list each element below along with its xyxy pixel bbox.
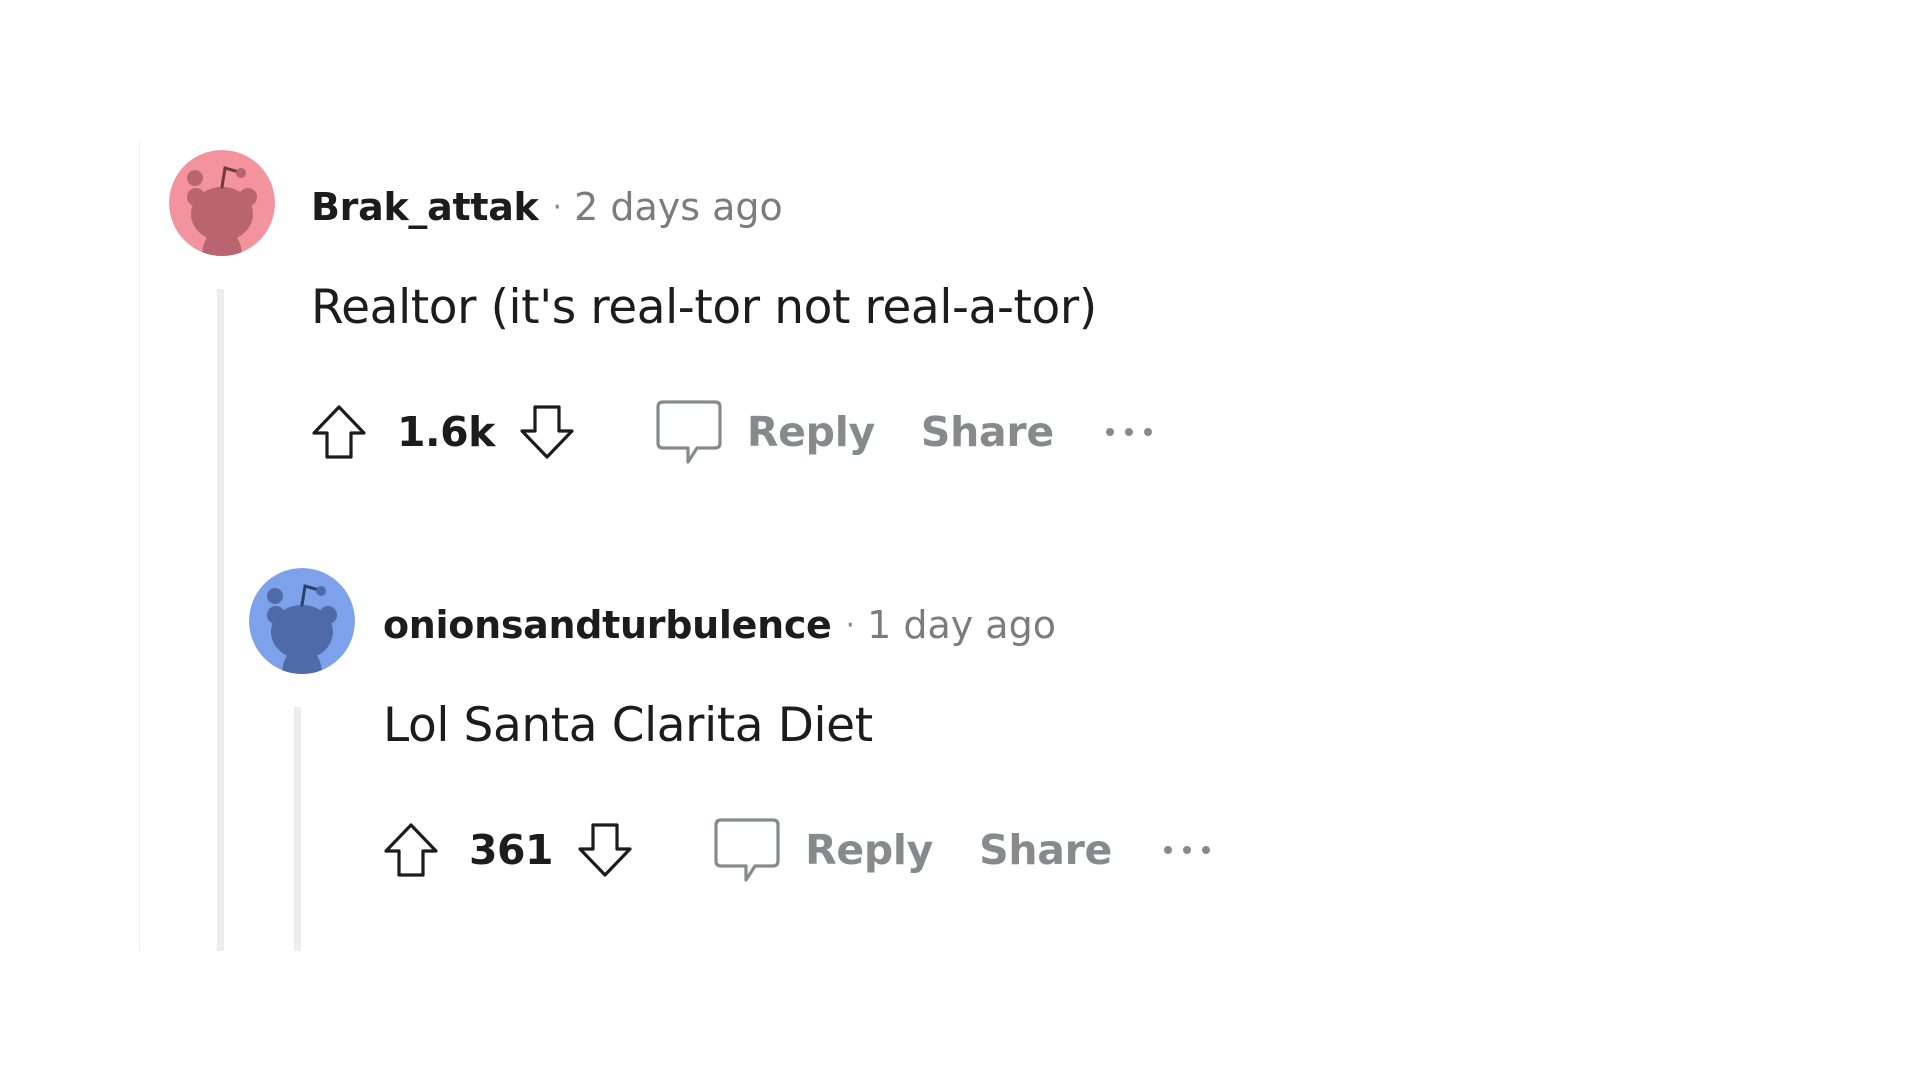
comment-action-bar: 361 Reply Share [379,818,1211,882]
author-link[interactable]: Brak_attak [311,185,539,229]
upvote-arrow-icon [312,405,366,459]
comment-thread-page: Brak_attak · 2 days ago Realtor (it's real… [0,0,1920,1080]
author-link[interactable]: onionsandturbulence [383,603,832,647]
downvote-arrow-icon [520,405,574,459]
more-dot [1164,846,1173,854]
more-dot [1183,846,1192,854]
more-dot [1143,428,1152,436]
comment-body: Lol Santa Clarita Diet [383,698,873,753]
page-divider [139,141,140,951]
comment-action-bar: 1.6k Reply Share [307,400,1152,464]
share-button[interactable]: Share [979,826,1112,874]
reply-label: Reply [805,826,934,874]
comment-body: Realtor (it's real-tor not real-a-tor) [311,280,1097,335]
user-avatar-icon[interactable] [169,150,275,256]
upvote-button[interactable] [379,818,443,882]
upvote-button[interactable] [307,400,371,464]
vote-score: 1.6k [397,408,495,456]
meta-separator: · [845,608,856,643]
timestamp-link[interactable]: 1 day ago [867,603,1056,647]
reply-label: Reply [746,408,875,456]
comment-meta: onionsandturbulence · 1 day ago [383,600,1056,654]
more-dot [1202,846,1211,854]
more-dot [1124,428,1133,436]
more-dot [1105,428,1114,436]
downvote-button[interactable] [515,400,579,464]
share-button[interactable]: Share [921,408,1054,456]
more-options-icon[interactable] [1164,830,1211,870]
reply-button[interactable]: Reply [653,396,875,468]
snoo-avatar-pink-icon [169,150,275,256]
meta-separator: · [552,190,563,225]
more-options-icon[interactable] [1105,412,1152,452]
downvote-arrow-icon [578,823,632,877]
thread-collapse-line[interactable] [294,707,301,951]
thread-collapse-line[interactable] [217,289,224,951]
snoo-avatar-blue-icon [249,568,355,674]
user-avatar-icon[interactable] [249,568,355,674]
timestamp-link[interactable]: 2 days ago [574,185,783,229]
comment-bubble-icon [714,818,780,882]
reply-button[interactable]: Reply [711,814,933,886]
vote-score: 361 [469,826,554,874]
downvote-button[interactable] [573,818,637,882]
comment-meta: Brak_attak · 2 days ago [311,182,783,236]
upvote-arrow-icon [384,823,438,877]
comment-bubble-icon [656,400,722,464]
